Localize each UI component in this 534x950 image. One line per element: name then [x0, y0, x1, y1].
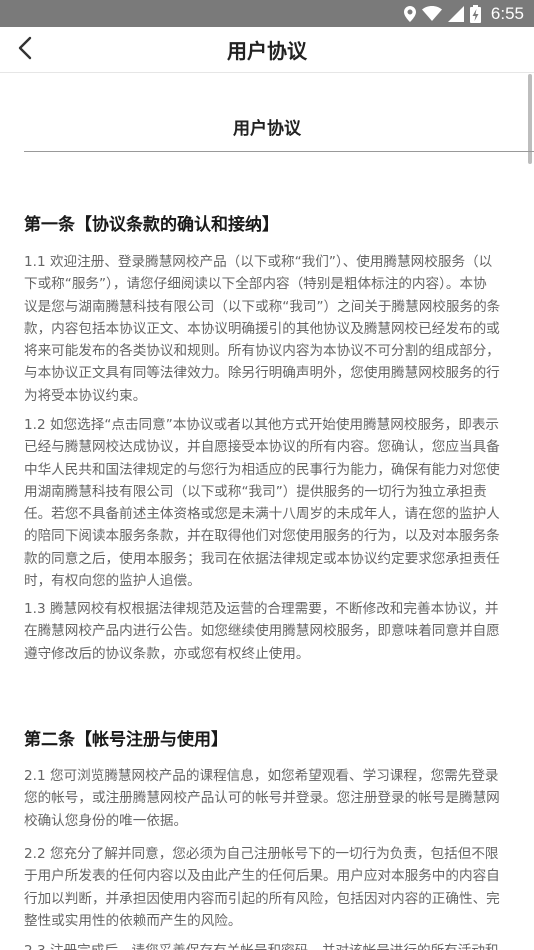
battery-charging-icon	[469, 4, 481, 23]
wifi-icon	[421, 6, 442, 21]
chevron-left-icon	[18, 36, 32, 64]
cellular-signal-icon	[447, 5, 464, 22]
paragraph-1-3: 1.3 腾慧网校有权根据法律规范及运营的合理需要，不断修改和完善本协议，并 在腾…	[24, 601, 500, 662]
back-button[interactable]	[10, 35, 40, 65]
title-divider	[24, 151, 534, 152]
section-heading-2: 第二条【帐号注册与使用】	[24, 730, 228, 750]
paragraph-2-2: 2.2 您充分了解并同意，您必须为自己注册帐号下的一切行为负责，包括但不限 于用…	[24, 846, 500, 929]
navigation-bar: 用户协议	[0, 27, 534, 73]
page-title: 用户协议	[227, 39, 307, 63]
document-title: 用户协议	[233, 119, 301, 139]
location-icon	[403, 5, 416, 22]
status-bar: 6:55	[0, 0, 534, 27]
paragraph-2-3: 2.3 注册完成后，请您妥善保存有关帐号和密码，并对该帐号进行的所有活动和	[24, 940, 534, 950]
paragraph-2-1: 2.1 您可浏览腾慧网校产品的课程信息，如您希望观看、学习课程，您需先登录 您的…	[24, 768, 500, 829]
agreement-content-scroll[interactable]: 用户协议 第一条【协议条款的确认和接纳】 1.1 欢迎注册、登录腾慧网校产品（以…	[0, 74, 534, 950]
section-heading-1: 第一条【协议条款的确认和接纳】	[24, 215, 279, 235]
paragraph-1-2: 1.2 如您选择“点击同意”本协议或者以其他方式开始使用腾慧网校服务，即表示 已…	[24, 417, 500, 590]
paragraph-1-1: 1.1 欢迎注册、登录腾慧网校产品（以下或称“我们”）、使用腾慧网校服务（以 下…	[24, 254, 501, 404]
clock-time: 6:55	[490, 3, 524, 23]
